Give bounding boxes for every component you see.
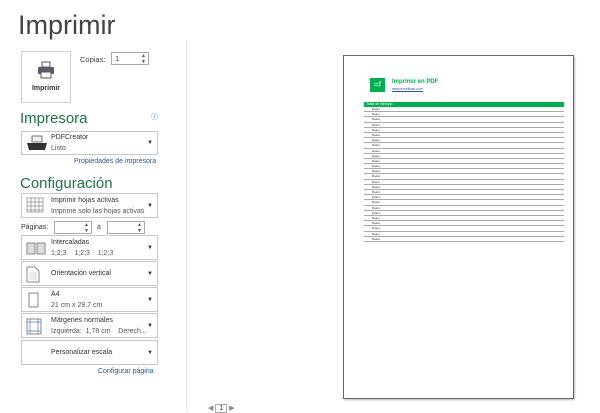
- pages-to-label: a: [97, 224, 101, 231]
- printer-properties-link[interactable]: Propiedades de impresora: [74, 158, 156, 165]
- print-what-dropdown[interactable]: Imprimir hojas activas Imprime solo las …: [21, 193, 158, 218]
- chevron-down-icon: ▼: [147, 323, 153, 329]
- spinner-arrows-icon[interactable]: ▲ ▼: [141, 53, 146, 65]
- page-setup-link[interactable]: Configurar página: [98, 368, 154, 375]
- collate-dropdown[interactable]: Intercaladas 1;2;3 1;2;3 1;2;3 ▼: [21, 235, 158, 260]
- orientation-title: Orientación vertical: [51, 270, 111, 277]
- printer-icon: [38, 61, 54, 79]
- logo: =f: [370, 78, 385, 92]
- print-button-label: Imprimir: [31, 85, 60, 92]
- print-button[interactable]: Imprimir: [21, 51, 71, 103]
- printer-device-icon: [27, 135, 47, 150]
- sheet-grid-icon: [26, 197, 44, 213]
- scaling-dropdown[interactable]: Personalizar escala ▼: [21, 340, 158, 365]
- printer-name: PDFCreator: [51, 134, 89, 141]
- margins-title: Márgenes normales: [51, 317, 113, 324]
- chevron-down-icon: ▼: [147, 297, 153, 303]
- paper-size-dropdown[interactable]: A4 21 cm x 29,7 cm ▼: [21, 287, 158, 312]
- spinner-arrows-icon[interactable]: ▲ ▼: [84, 222, 89, 234]
- pages-from-input[interactable]: ▲ ▼: [54, 221, 92, 234]
- page-title: Imprimir: [18, 10, 116, 40]
- chevron-down-icon: ▼: [147, 245, 153, 251]
- portrait-page-icon: [26, 266, 40, 283]
- paper-title: A4: [51, 291, 60, 298]
- collate-icon: [26, 242, 46, 255]
- margins-icon: [26, 318, 42, 335]
- chevron-down-icon: ▼: [147, 350, 153, 356]
- print-preview-page: =f Imprimir en PDF www.exceltotal.com Ta…: [343, 55, 574, 399]
- margins-dropdown[interactable]: Márgenes normales Izquierda: 1,78 cm Der…: [21, 313, 158, 338]
- printer-section-title: Impresora: [20, 110, 88, 127]
- chevron-down-icon: ▼: [147, 203, 153, 209]
- doc-link: www.exceltotal.com: [392, 87, 423, 91]
- printer-dropdown[interactable]: PDFCreator Listo ▼: [21, 131, 158, 155]
- chevron-down-icon: ▼: [147, 271, 153, 277]
- scaling-title: Personalizar escala: [51, 349, 113, 356]
- paper-subtitle: 21 cm x 29,7 cm: [51, 302, 103, 309]
- table-row: Datos: [364, 237, 564, 242]
- spinner-arrows-icon[interactable]: ▲ ▼: [137, 222, 142, 234]
- print-what-title: Imprimir hojas activas: [51, 197, 119, 204]
- paper-icon: [28, 292, 39, 308]
- info-icon[interactable]: ⓘ: [151, 112, 158, 122]
- divider: [186, 40, 187, 412]
- page-nav: ◀ 1 ▶: [208, 404, 235, 413]
- collate-title: Intercaladas: [51, 239, 90, 246]
- prev-page-icon[interactable]: ◀: [208, 405, 213, 412]
- next-page-icon[interactable]: ▶: [229, 405, 234, 412]
- collate-subtitle: 1;2;3 1;2;3 1;2;3: [51, 250, 114, 257]
- orientation-dropdown[interactable]: Orientación vertical ▼: [21, 261, 158, 286]
- print-what-subtitle: Imprime solo las hojas activas: [51, 208, 145, 215]
- chevron-down-icon: ▼: [147, 140, 153, 146]
- settings-section-title: Configuración: [20, 175, 113, 192]
- pages-to-input[interactable]: ▲ ▼: [107, 221, 145, 234]
- copies-value: 1: [115, 54, 120, 63]
- doc-title: Imprimir en PDF: [392, 79, 439, 85]
- copies-label: Copias:: [80, 55, 106, 64]
- copies-input[interactable]: 1 ▲ ▼: [111, 52, 149, 65]
- pages-label: Páginas:: [21, 224, 49, 231]
- table-rows: Datos Datos Datos Datos Datos Datos Datos Datos…: [364, 107, 564, 242]
- margins-subtitle: Izquierda: 1,78 cm Derech...: [51, 328, 147, 335]
- printer-status: Listo: [51, 145, 66, 152]
